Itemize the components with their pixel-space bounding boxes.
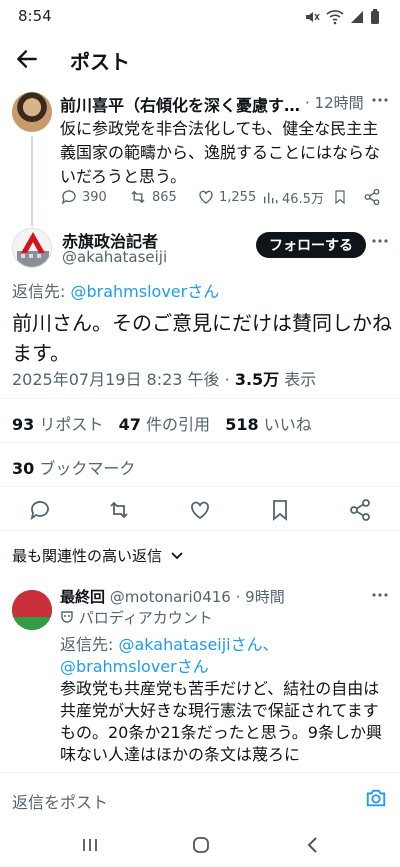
bookmarks-stat[interactable]: 30 ブックマーク — [12, 455, 135, 479]
reposts-stat[interactable]: 93 リポスト — [12, 415, 103, 434]
views-icon — [264, 192, 278, 203]
repost-count: 865 — [152, 189, 177, 205]
reply-to-prefix: 返信先: — [12, 282, 71, 301]
camera-icon[interactable] — [365, 787, 387, 809]
replies-sort-dropdown[interactable]: 最も関連性の高い返信 — [12, 545, 183, 566]
avatar[interactable] — [12, 92, 52, 132]
status-time: 8:54 — [18, 7, 52, 25]
views-label: 表示 — [279, 370, 317, 389]
post-meta: 2025年07月19日 8:23 午後 · 3.5万 表示 — [12, 366, 316, 390]
parody-mask-icon — [61, 611, 73, 623]
akahata-logo-icon — [13, 229, 51, 267]
parody-badge: パロディアカウント — [60, 607, 213, 628]
views-button[interactable]: 46.5万 — [262, 188, 324, 207]
share-icon[interactable] — [363, 188, 381, 206]
signal-icon — [351, 11, 363, 23]
back-icon[interactable] — [306, 837, 318, 853]
reposts-count: 93 — [12, 415, 35, 434]
flag-avatar-icon — [12, 590, 52, 630]
views-count: 46.5万 — [282, 192, 324, 207]
avatar[interactable] — [12, 590, 52, 630]
likes-stat[interactable]: 518 いいね — [225, 415, 312, 434]
reply-to-line: 返信先: @akahataseijiさん、@brahmsloverさん — [60, 634, 390, 678]
post-text: 前川さん。そのご意見にだけは賛同しかねます。 — [12, 311, 392, 365]
quotes-label: 件の引用 — [140, 415, 210, 434]
chevron-down-icon — [171, 552, 183, 560]
reply-to-prefix: 返信先: — [60, 635, 119, 654]
compose-placeholder[interactable]: 返信をポスト — [12, 789, 108, 813]
reply-button[interactable]: 390 — [60, 188, 107, 206]
follow-button[interactable]: フォローする — [256, 232, 366, 258]
battery-icon — [371, 9, 379, 24]
post-datetime: 2025年07月19日 8:23 午後 · — [12, 370, 235, 389]
share-icon[interactable] — [348, 498, 372, 522]
like-count: 1,255 — [219, 189, 257, 205]
parent-post-time: · 12時間 — [305, 94, 364, 112]
avatar[interactable] — [12, 228, 52, 268]
reposts-label: リポスト — [34, 415, 104, 434]
likes-label: いいね — [258, 415, 312, 434]
bookmark-icon[interactable] — [332, 188, 348, 206]
bookmark-icon[interactable] — [268, 498, 292, 522]
heart-icon[interactable] — [188, 498, 212, 522]
reply-count: 390 — [82, 189, 107, 205]
more-options-icon[interactable] — [371, 586, 389, 604]
system-nav-bar — [0, 824, 400, 867]
reply-to-line: 返信先: @brahmsloverさん — [12, 278, 219, 302]
page-title: ポスト — [70, 50, 130, 74]
thread-line — [31, 136, 33, 226]
likes-count: 518 — [225, 415, 259, 434]
author-handle[interactable]: @akahataseiji — [62, 248, 167, 266]
mute-icon — [306, 12, 320, 22]
engagement-stats: 93 リポスト 47 件の引用 518 いいね — [12, 411, 312, 435]
reply-compose-bar[interactable]: 返信をポスト — [0, 772, 400, 824]
reply-icon[interactable] — [28, 498, 52, 522]
bookmarks-count: 30 — [12, 459, 35, 478]
home-icon[interactable] — [192, 836, 210, 854]
divider — [0, 486, 400, 487]
bookmarks-label: ブックマーク — [34, 459, 136, 478]
reply-author-line: 最終回 @motonari0416 · 9時間 — [60, 586, 285, 607]
replies-sort-label: 最も関連性の高い返信 — [12, 547, 163, 565]
repost-button[interactable]: 865 — [128, 188, 177, 206]
parent-post-text: 仮に参政党を非合法化しても、健全な民主主義国家の範疇から、逸脱することにはならな… — [60, 119, 381, 186]
repost-icon[interactable] — [107, 498, 131, 522]
quotes-count: 47 — [118, 415, 141, 434]
recent-apps-icon[interactable] — [82, 838, 98, 852]
divider — [0, 442, 400, 443]
back-arrow-icon[interactable] — [14, 46, 40, 72]
divider — [0, 530, 400, 531]
parent-actions: 390 865 1,255 46.5万 — [60, 188, 385, 208]
wifi-icon — [326, 10, 344, 25]
views-count: 3.5万 — [234, 370, 280, 389]
quotes-stat[interactable]: 47 件の引用 — [119, 415, 210, 434]
header: ポスト — [0, 34, 400, 86]
divider — [0, 398, 400, 399]
heart-icon — [199, 190, 213, 204]
reply-text: 参政党も共産党も苦手だけど、結社の自由は共産党が大好きな現行憲法で保証されてます… — [60, 679, 382, 764]
parody-label: パロディアカウント — [78, 609, 213, 627]
post-actions — [0, 498, 400, 522]
repost-icon — [131, 190, 145, 204]
more-options-icon[interactable] — [371, 91, 389, 109]
status-icons — [304, 9, 380, 25]
more-options-icon[interactable] — [371, 232, 389, 250]
like-button[interactable]: 1,255 — [197, 188, 256, 206]
reply-icon — [61, 190, 76, 205]
status-bar: 8:54 — [0, 0, 400, 34]
reply-to-user-link[interactable]: @brahmsloverさん — [70, 282, 219, 301]
reply-author-name[interactable]: 最終回 — [60, 588, 105, 606]
reply-handle-time: @motonari0416 · 9時間 — [109, 588, 285, 606]
parent-author-name[interactable]: 前川喜平（右傾化を深く憂慮す… — [60, 92, 300, 116]
